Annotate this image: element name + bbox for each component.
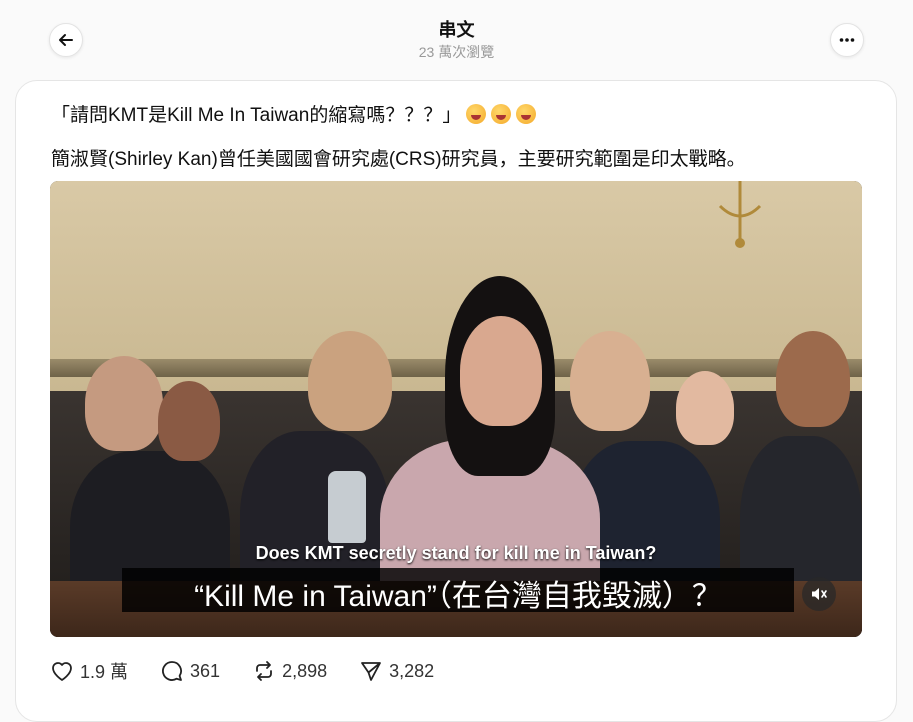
view-count: 23 萬次瀏覽 — [418, 44, 495, 60]
chandelier-graphic — [718, 181, 762, 248]
rolling-laughing-emoji-icon — [466, 103, 487, 124]
page-title: 串文 — [438, 20, 475, 40]
repost-icon — [256, 661, 272, 681]
repost-count: 2,898 — [282, 660, 328, 681]
more-dots-icon — [839, 38, 855, 42]
person-left-head — [85, 356, 163, 451]
person-older-head — [308, 331, 392, 431]
person-right-head — [570, 331, 650, 431]
send-icon — [361, 662, 382, 681]
post-text-line1: 「請問KMT是Kill Me In Taiwan的縮寫嗎？？？」 — [51, 100, 537, 127]
more-options-button[interactable] — [830, 23, 864, 57]
reply-count: 361 — [190, 660, 221, 681]
like-button[interactable]: 1.9 萬 — [50, 658, 128, 684]
reply-button[interactable]: 361 — [160, 660, 220, 682]
comment-bubble-icon — [162, 661, 182, 681]
person-back-head — [676, 371, 734, 445]
rolling-laughing-emoji-icon — [491, 103, 512, 124]
heart-icon — [52, 662, 72, 681]
repost-button[interactable]: 2,898 — [252, 660, 327, 682]
post-text-quote: 「請問KMT是Kill Me In Taiwan的縮寫嗎？？？」 — [51, 105, 462, 126]
speaker-face — [460, 316, 542, 426]
mute-toggle-button[interactable] — [802, 577, 836, 611]
speaker-muted-icon — [812, 588, 827, 600]
video-subtitle-chinese: “Kill Me in Taiwan”（在台灣自我毀滅）？ — [194, 580, 722, 613]
share-button[interactable]: 3,282 — [359, 660, 434, 682]
post-text-line2: 簡淑賢(Shirley Kan)曾任美國國會研究處(CRS)研究員，主要研究範圍… — [51, 149, 746, 170]
share-count: 3,282 — [389, 660, 435, 681]
person-far-right-head — [776, 331, 850, 427]
like-count: 1.9 萬 — [80, 662, 129, 682]
rolling-laughing-emoji-icon — [516, 103, 537, 124]
video-subtitle-english: Does KMT secretly stand for kill me in T… — [255, 543, 657, 563]
post-actions: 1.9 萬 361 2,898 3,282 — [50, 658, 466, 684]
water-bottle — [328, 471, 366, 543]
video-player[interactable]: Does KMT secretly stand for kill me in T… — [50, 181, 862, 637]
person-left2-head — [158, 381, 220, 461]
